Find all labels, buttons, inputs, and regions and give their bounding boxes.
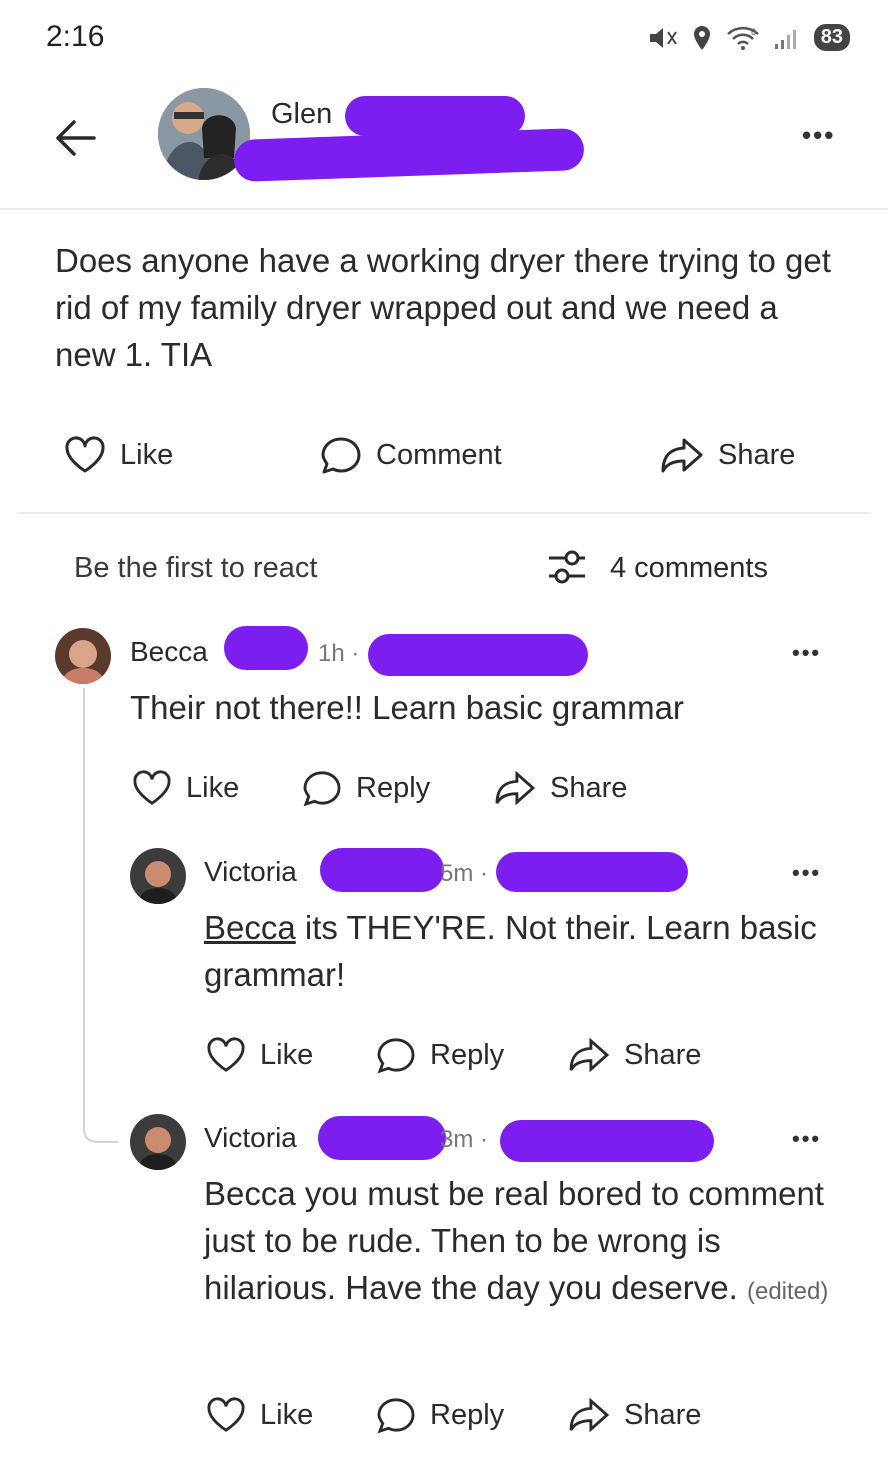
share-label: Share bbox=[550, 771, 628, 804]
comment-button[interactable]: Comment bbox=[320, 436, 502, 474]
more-options-icon[interactable]: ••• bbox=[802, 120, 835, 151]
comment-more-icon[interactable]: ••• bbox=[792, 860, 821, 886]
post-text: Does anyone have a working dryer there t… bbox=[55, 242, 831, 373]
status-icons: 6 83 bbox=[648, 24, 850, 51]
comment-author[interactable]: Victoria bbox=[204, 1122, 297, 1154]
redaction-mark bbox=[496, 852, 688, 892]
redaction-mark bbox=[233, 127, 585, 183]
comment-label: Comment bbox=[376, 438, 502, 471]
comment-like-button[interactable]: Like bbox=[206, 1397, 313, 1433]
share-arrow-icon bbox=[569, 1397, 610, 1433]
comment-reply-button[interactable]: Reply bbox=[376, 1397, 504, 1433]
redaction-mark bbox=[368, 634, 588, 676]
like-button[interactable]: Like bbox=[64, 436, 173, 474]
comment-body: its THEY'RE. Not their. Learn basic gram… bbox=[204, 909, 817, 993]
location-icon bbox=[693, 25, 710, 50]
comment-reply-button[interactable]: Reply bbox=[376, 1037, 504, 1073]
comment-time: 1h · bbox=[318, 640, 360, 667]
comment-body: Becca you must be real bored to comment … bbox=[204, 1175, 824, 1306]
heart-icon bbox=[207, 1397, 245, 1432]
like-label: Like bbox=[186, 771, 240, 804]
back-arrow-icon[interactable] bbox=[54, 118, 96, 158]
share-button[interactable]: Share bbox=[660, 436, 795, 474]
author-name[interactable]: Glen bbox=[271, 98, 332, 131]
comment-share-button[interactable]: Share bbox=[568, 1037, 701, 1073]
commenter-avatar[interactable] bbox=[130, 848, 186, 904]
share-label: Share bbox=[624, 1038, 702, 1071]
comment-text: Becca you must be real bored to comment … bbox=[204, 1170, 834, 1315]
react-prompt: Be the first to react bbox=[74, 552, 318, 584]
reply-label: Reply bbox=[430, 1398, 505, 1431]
comment-author[interactable]: Victoria bbox=[204, 856, 297, 888]
svg-text:6: 6 bbox=[751, 27, 756, 37]
comment-author[interactable]: Becca bbox=[130, 636, 208, 668]
comment-bubble-icon bbox=[377, 1038, 415, 1073]
commenter-avatar[interactable] bbox=[130, 1114, 186, 1170]
share-arrow-icon bbox=[495, 770, 536, 806]
comment-bubble-icon bbox=[377, 1398, 415, 1433]
share-label: Share bbox=[624, 1398, 702, 1431]
comment-time: 5m · bbox=[440, 860, 488, 887]
heart-icon bbox=[207, 1037, 245, 1072]
commenter-avatar[interactable] bbox=[55, 628, 111, 684]
battery-indicator: 83 bbox=[813, 24, 850, 51]
redaction-mark bbox=[318, 1116, 446, 1160]
wifi-icon: 6 bbox=[726, 26, 759, 50]
signal-icon bbox=[774, 29, 796, 49]
comment-share-button[interactable]: Share bbox=[494, 770, 627, 806]
reply-label: Reply bbox=[356, 771, 431, 804]
heart-icon bbox=[65, 436, 105, 473]
edited-label: (edited) bbox=[746, 1278, 829, 1305]
share-arrow-icon bbox=[569, 1037, 610, 1073]
comments-count[interactable]: 4 comments bbox=[610, 552, 768, 585]
actions-divider bbox=[18, 512, 870, 514]
share-arrow-icon bbox=[661, 438, 703, 473]
like-label: Like bbox=[260, 1398, 314, 1431]
comment-text: Their not there!! Learn basic grammar bbox=[130, 689, 684, 726]
redaction-mark bbox=[500, 1120, 714, 1162]
comment-text: Becca its THEY'RE. Not their. Learn basi… bbox=[204, 904, 824, 998]
like-label: Like bbox=[120, 438, 174, 471]
status-time: 2:16 bbox=[46, 20, 105, 53]
share-label: Share bbox=[718, 438, 796, 471]
mention-link[interactable]: Becca bbox=[204, 909, 296, 946]
comment-like-button[interactable]: Like bbox=[132, 770, 239, 806]
comment-more-icon[interactable]: ••• bbox=[792, 1126, 821, 1152]
thread-line bbox=[83, 688, 118, 1143]
comment-more-icon[interactable]: ••• bbox=[792, 640, 821, 666]
redaction-mark bbox=[224, 626, 308, 670]
heart-icon bbox=[133, 770, 171, 805]
like-label: Like bbox=[260, 1038, 314, 1071]
comment-bubble-icon bbox=[303, 771, 341, 806]
header-divider bbox=[0, 208, 888, 210]
sort-filter-icon[interactable] bbox=[546, 548, 588, 586]
reply-label: Reply bbox=[430, 1038, 505, 1071]
comment-time: 3m · bbox=[440, 1126, 488, 1153]
comment-share-button[interactable]: Share bbox=[568, 1397, 701, 1433]
mute-vibrate-icon bbox=[649, 27, 677, 48]
comment-bubble-icon bbox=[321, 437, 361, 474]
comment-reply-button[interactable]: Reply bbox=[302, 770, 430, 806]
comment-like-button[interactable]: Like bbox=[206, 1037, 313, 1073]
redaction-mark bbox=[320, 848, 444, 892]
